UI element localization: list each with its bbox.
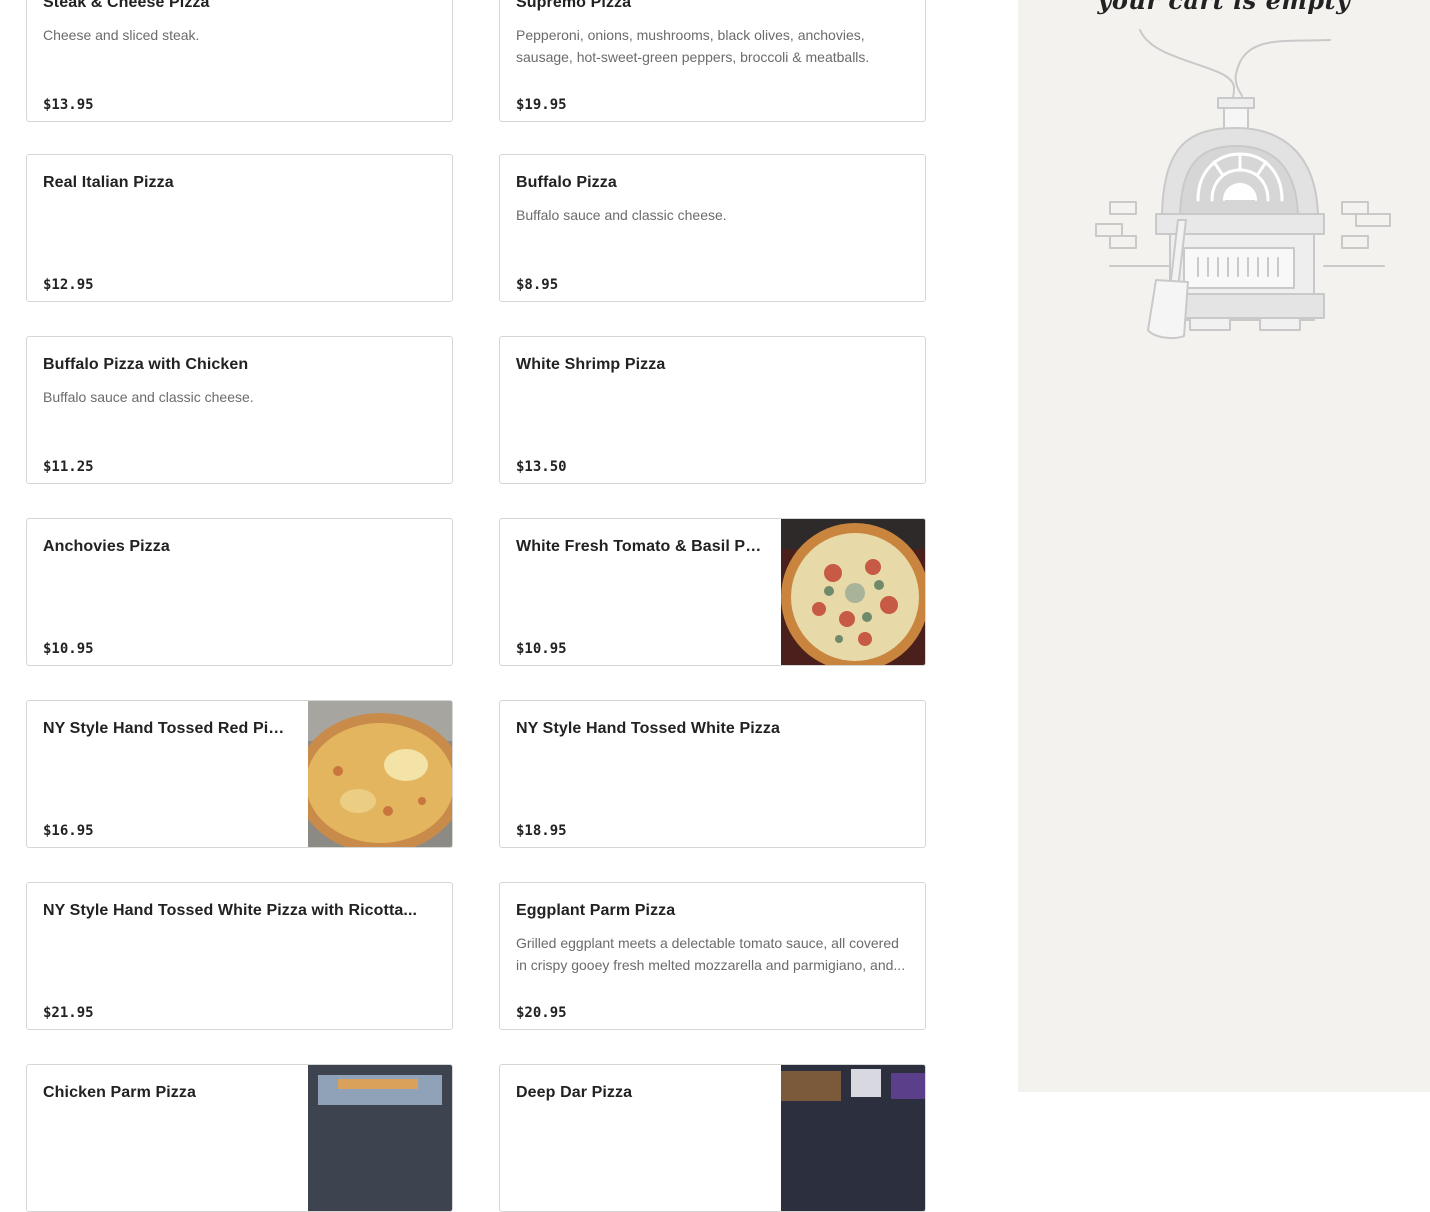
menu-item-name: NY Style Hand Tossed Red Pizza bbox=[43, 720, 292, 737]
menu-item-name: Buffalo Pizza with Chicken bbox=[43, 356, 249, 373]
menu-item-card[interactable]: Steak & Cheese Pizza Cheese and sliced s… bbox=[26, 0, 453, 122]
menu-item-description: Grilled eggplant meets a delectable toma… bbox=[516, 935, 906, 973]
menu-item-name: Chicken Parm Pizza bbox=[43, 1084, 196, 1101]
menu-list: Steak & Cheese Pizza Cheese and sliced s… bbox=[0, 0, 1018, 1212]
menu-item-price: $11.25 bbox=[43, 459, 94, 475]
menu-item-price: $20.95 bbox=[516, 1005, 567, 1021]
menu-item-description: Buffalo sauce and classic cheese. bbox=[43, 389, 254, 405]
menu-item-card[interactable]: White Fresh Tomato & Basil Pizza $10.95 bbox=[499, 518, 926, 666]
menu-item-card[interactable]: NY Style Hand Tossed Red Pizza $16.95 bbox=[26, 700, 453, 848]
menu-item-name: Steak & Cheese Pizza bbox=[43, 0, 210, 11]
pizza-oven-illustration bbox=[1095, 29, 1391, 339]
menu-item-price: $16.95 bbox=[43, 823, 94, 839]
menu-item-price: $12.95 bbox=[43, 277, 94, 293]
menu-item-name: NY Style Hand Tossed White Pizza with Ri… bbox=[43, 902, 418, 919]
menu-item-card[interactable]: Buffalo Pizza Buffalo sauce and classic … bbox=[499, 154, 926, 302]
menu-item-card[interactable]: Chicken Parm Pizza bbox=[26, 1064, 453, 1212]
menu-item-name: White Fresh Tomato & Basil Pizza bbox=[516, 538, 765, 555]
menu-item-price: $10.95 bbox=[516, 641, 567, 657]
menu-item-name: Real Italian Pizza bbox=[43, 174, 174, 191]
menu-item-description: Buffalo sauce and classic cheese. bbox=[516, 207, 727, 223]
menu-item-name: Anchovies Pizza bbox=[43, 538, 170, 555]
menu-item-description: Pepperoni, onions, mushrooms, black oliv… bbox=[516, 27, 870, 65]
menu-item-name: Supremo Pizza bbox=[516, 0, 632, 11]
menu-item-card[interactable]: NY Style Hand Tossed White Pizza $18.95 bbox=[499, 700, 926, 848]
menu-item-price: $13.50 bbox=[516, 459, 567, 475]
menu-item-card[interactable]: Eggplant Parm Pizza Grilled eggplant mee… bbox=[499, 882, 926, 1030]
menu-item-name: Eggplant Parm Pizza bbox=[516, 902, 676, 919]
menu-item-card[interactable]: NY Style Hand Tossed White Pizza with Ri… bbox=[26, 882, 453, 1030]
menu-item-card[interactable]: Anchovies Pizza $10.95 bbox=[26, 518, 453, 666]
menu-item-price: $21.95 bbox=[43, 1005, 94, 1021]
menu-item-name: Deep Dar Pizza bbox=[516, 1084, 633, 1101]
menu-item-name: NY Style Hand Tossed White Pizza bbox=[516, 720, 780, 737]
menu-item-name: White Shrimp Pizza bbox=[516, 356, 666, 373]
empty-cart-heading: your cart is empty bbox=[1097, 0, 1351, 15]
menu-item-price: $19.95 bbox=[516, 97, 567, 113]
menu-item-card[interactable]: Buffalo Pizza with Chicken Buffalo sauce… bbox=[26, 336, 453, 484]
menu-item-card[interactable]: Supremo Pizza Pepperoni, onions, mushroo… bbox=[499, 0, 926, 122]
menu-item-photo[interactable] bbox=[308, 701, 452, 847]
cart-panel: your cart is empty bbox=[1018, 0, 1430, 1092]
menu-item-photo[interactable] bbox=[781, 1065, 925, 1211]
menu-item-price: $8.95 bbox=[516, 277, 559, 293]
menu-item-price: $18.95 bbox=[516, 823, 567, 839]
menu-item-card[interactable]: White Shrimp Pizza $13.50 bbox=[499, 336, 926, 484]
menu-item-photo[interactable] bbox=[308, 1065, 452, 1211]
menu-item-photo[interactable] bbox=[781, 519, 925, 665]
menu-item-price: $13.95 bbox=[43, 97, 94, 113]
menu-item-description: Cheese and sliced steak. bbox=[43, 27, 200, 43]
menu-item-card[interactable]: Deep Dar Pizza bbox=[499, 1064, 926, 1212]
menu-item-price: $10.95 bbox=[43, 641, 94, 657]
menu-item-card[interactable]: Real Italian Pizza $12.95 bbox=[26, 154, 453, 302]
menu-item-name: Buffalo Pizza bbox=[516, 174, 617, 191]
